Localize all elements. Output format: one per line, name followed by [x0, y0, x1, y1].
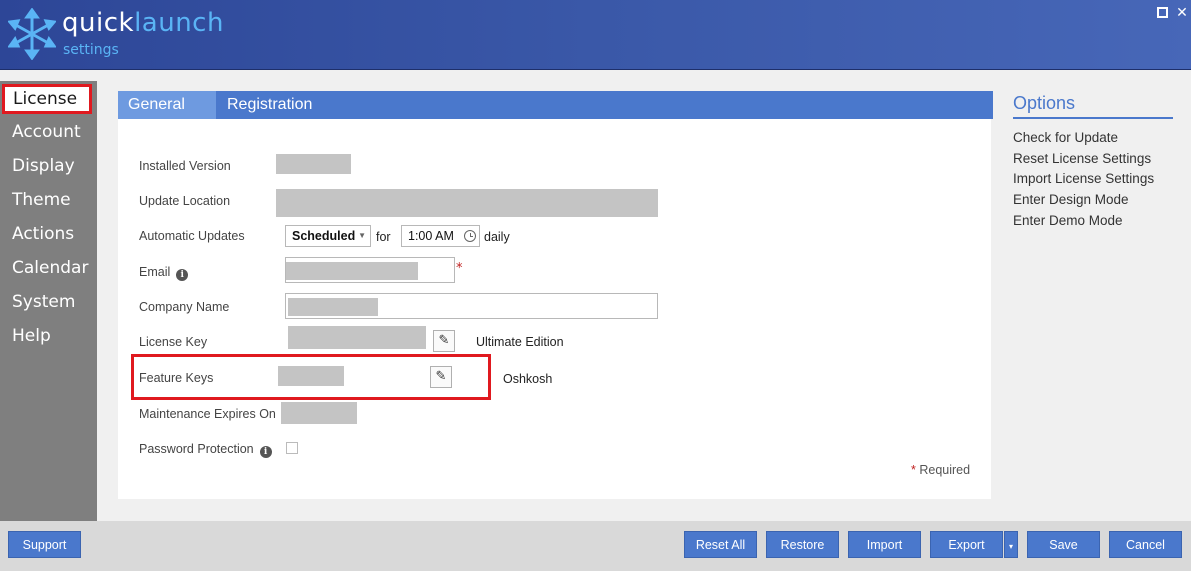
brand-launch-text: launch — [134, 8, 224, 38]
option-enter-design-mode[interactable]: Enter Design Mode — [1013, 192, 1129, 207]
email-value — [286, 262, 418, 280]
installed-version-value — [276, 154, 351, 174]
edit-license-key-button[interactable]: ✎ — [433, 330, 455, 352]
reset-all-button[interactable]: Reset All — [684, 531, 757, 558]
feature-keys-label: Feature Keys — [139, 371, 214, 385]
email-label: Email i — [139, 265, 189, 281]
save-button[interactable]: Save — [1027, 531, 1100, 558]
automatic-updates-label: Automatic Updates — [139, 229, 245, 243]
password-protection-checkbox[interactable] — [286, 442, 298, 454]
required-note: * Required — [911, 463, 970, 477]
sidebar-item-actions[interactable]: Actions — [0, 219, 97, 249]
chevron-down-icon: ▾ — [1008, 542, 1013, 551]
export-dropdown-button[interactable]: ▾ — [1004, 531, 1018, 558]
options-title: Options — [1013, 93, 1076, 113]
sidebar-item-theme[interactable]: Theme — [0, 185, 97, 215]
company-name-value — [288, 298, 378, 316]
feature-keys-value — [278, 366, 344, 386]
chevron-down-icon: ▼ — [358, 231, 366, 240]
license-key-label: License Key — [139, 335, 208, 349]
maintenance-value — [281, 402, 357, 424]
update-location-label: Update Location — [139, 194, 231, 208]
support-button[interactable]: Support — [8, 531, 81, 558]
option-check-for-update[interactable]: Check for Update — [1013, 130, 1118, 145]
brand-subtitle: settings — [63, 42, 119, 58]
schedule-select[interactable]: Scheduled ▼ — [285, 225, 371, 247]
maximize-button[interactable] — [1156, 6, 1170, 20]
sidebar-item-account[interactable]: Account — [0, 117, 97, 147]
sidebar-item-system[interactable]: System — [0, 287, 97, 317]
feature-keys-note: Oshkosh — [503, 372, 553, 386]
import-button[interactable]: Import — [848, 531, 921, 558]
sidebar-item-display[interactable]: Display — [0, 151, 97, 181]
sidebar-item-calendar[interactable]: Calendar — [0, 253, 97, 283]
info-icon[interactable]: i — [259, 446, 272, 458]
time-picker[interactable]: 1:00 AM — [401, 225, 480, 247]
required-note-marker: * — [911, 463, 916, 477]
maintenance-label: Maintenance Expires On — [139, 407, 276, 421]
brand-quick-text: quick — [62, 8, 135, 38]
tab-registration[interactable]: Registration — [217, 91, 367, 119]
export-button[interactable]: Export — [930, 531, 1003, 558]
option-import-license-settings[interactable]: Import License Settings — [1013, 171, 1154, 186]
quicklaunch-logo-icon — [8, 8, 56, 60]
tab-general[interactable]: General — [118, 91, 216, 119]
brand-name: quicklaunch — [62, 8, 224, 38]
time-picker-value: 1:00 AM — [408, 229, 454, 243]
license-key-value — [288, 326, 426, 349]
edition-text: Ultimate Edition — [476, 335, 564, 349]
title-bar: quicklaunch settings ✕ — [0, 0, 1191, 70]
tab-bar: General Registration — [118, 91, 993, 119]
maximize-icon — [1157, 7, 1168, 18]
pencil-icon: ✎ — [435, 369, 447, 384]
update-location-value — [276, 189, 658, 217]
email-label-text: Email — [139, 265, 171, 279]
clock-icon[interactable] — [464, 230, 476, 242]
sidebar: License Account Display Theme Actions Ca… — [0, 81, 97, 521]
info-icon[interactable]: i — [176, 269, 189, 281]
option-enter-demo-mode[interactable]: Enter Demo Mode — [1013, 213, 1123, 228]
schedule-select-value: Scheduled — [292, 229, 356, 243]
sidebar-item-help[interactable]: Help — [0, 321, 97, 351]
close-icon: ✕ — [1176, 5, 1188, 21]
email-field[interactable] — [285, 257, 455, 283]
close-button[interactable]: ✕ — [1175, 6, 1189, 20]
license-form-panel: Installed Version Update Location Automa… — [118, 119, 991, 499]
sidebar-item-license[interactable]: License — [2, 84, 92, 114]
edit-feature-keys-button[interactable]: ✎ — [430, 366, 452, 388]
option-reset-license-settings[interactable]: Reset License Settings — [1013, 151, 1151, 166]
company-name-field[interactable] — [285, 293, 658, 319]
password-protection-label-text: Password Protection — [139, 442, 254, 456]
company-name-label: Company Name — [139, 300, 230, 314]
required-note-text: Required — [919, 463, 971, 477]
cancel-button[interactable]: Cancel — [1109, 531, 1182, 558]
restore-button[interactable]: Restore — [766, 531, 839, 558]
installed-version-label: Installed Version — [139, 159, 231, 173]
daily-text: daily — [484, 230, 510, 244]
options-divider — [1013, 117, 1173, 119]
email-required-marker: * — [456, 261, 463, 276]
password-protection-label: Password Protection i — [139, 442, 272, 458]
pencil-icon: ✎ — [438, 333, 450, 348]
for-text: for — [376, 230, 391, 244]
